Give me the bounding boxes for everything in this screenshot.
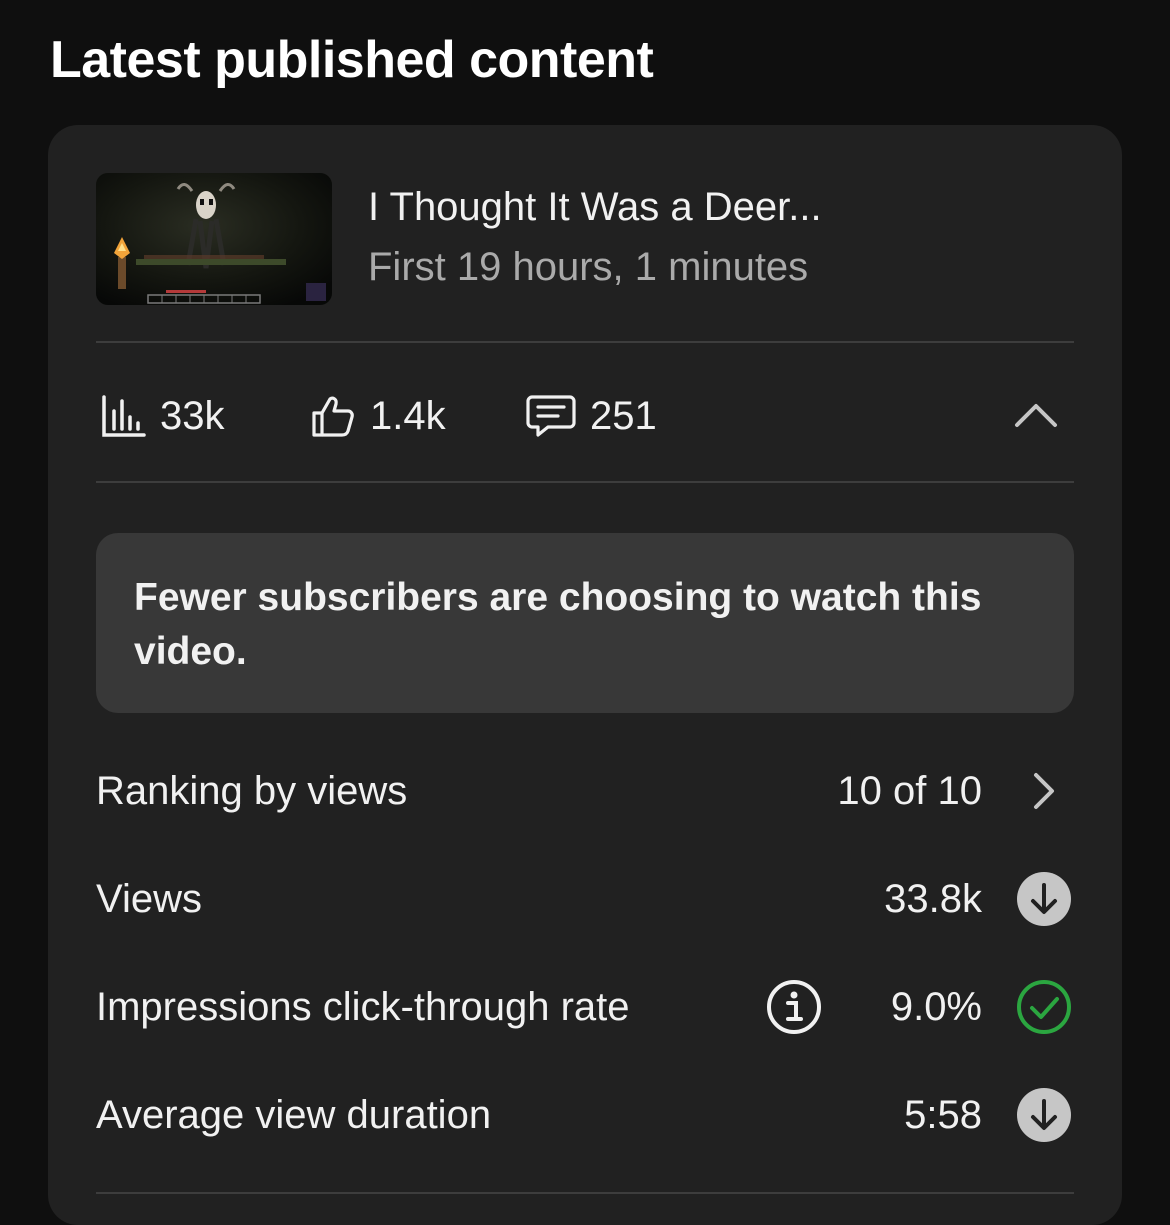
metric-ctr: Impressions click-through rate 9.0% — [96, 967, 1074, 1047]
collapse-button[interactable] — [1008, 389, 1064, 441]
views-stat: 33k — [100, 393, 225, 439]
latest-content-card: I Thought It Was a Deer... First 19 hour… — [48, 125, 1122, 1225]
metric-value-views: 33.8k — [884, 877, 982, 921]
views-count: 33k — [160, 393, 225, 438]
video-timeframe: First 19 hours, 1 minutes — [368, 245, 809, 289]
likes-count: 1.4k — [370, 393, 446, 438]
thumbs-up-icon — [312, 396, 354, 437]
divider-bottom — [96, 481, 1074, 483]
metric-label-ctr: Impressions click-through rate — [96, 985, 630, 1029]
metric-value-duration: 5:58 — [904, 1093, 982, 1137]
video-thumbnail[interactable] — [96, 173, 332, 305]
insight-text: Fewer subscribers are choosing to watch … — [134, 576, 982, 673]
metric-label-views: Views — [96, 877, 202, 921]
metric-value-ranking: 10 of 10 — [837, 769, 982, 813]
comment-icon — [526, 395, 576, 437]
metric-label-duration: Average view duration — [96, 1093, 492, 1137]
likes-stat: 1.4k — [310, 393, 446, 439]
stats-row: 33k 1.4k 251 — [96, 365, 1074, 465]
insight-box: Fewer subscribers are choosing to watch … — [96, 533, 1074, 713]
thumbnail-image — [96, 173, 332, 305]
divider-top — [96, 341, 1074, 343]
video-row[interactable]: I Thought It Was a Deer... First 19 hour… — [96, 173, 1076, 305]
chevron-right-icon[interactable] — [1016, 763, 1072, 819]
arrow-down-circle-icon — [1017, 1088, 1071, 1142]
metric-label-ranking: Ranking by views — [96, 769, 408, 813]
comments-stat: 251 — [526, 393, 657, 439]
bar-chart-icon — [102, 395, 146, 437]
arrow-down-circle-icon — [1017, 872, 1071, 926]
info-icon[interactable] — [766, 979, 822, 1035]
divider-end — [96, 1192, 1074, 1194]
section-title: Latest published content — [50, 31, 654, 89]
check-circle-icon — [1017, 980, 1071, 1034]
chevron-up-icon — [1015, 404, 1057, 427]
metric-views: Views 33.8k — [96, 859, 1074, 939]
comments-count: 251 — [590, 393, 657, 438]
video-title[interactable]: I Thought It Was a Deer... — [368, 185, 822, 230]
metric-value-ctr: 9.0% — [890, 985, 982, 1029]
metric-ranking[interactable]: Ranking by views 10 of 10 — [96, 751, 1074, 831]
metric-avg-duration: Average view duration 5:58 — [96, 1075, 1074, 1155]
